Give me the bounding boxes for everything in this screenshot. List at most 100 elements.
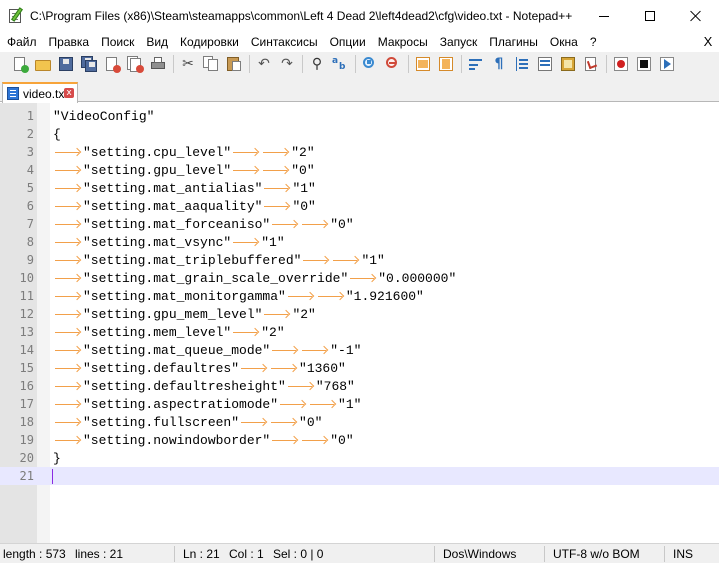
editor-line[interactable]: 14 "setting.mat_queue_mode" "-1" [0,341,719,359]
editor-line[interactable]: 7 "setting.mat_forceaniso" "0" [0,215,719,233]
menu-macro[interactable]: Макросы [372,32,434,52]
line-content: "setting.mem_level" "2" [53,323,285,341]
editor-line[interactable]: 20} [0,449,719,467]
zoom-out-button[interactable] [383,54,403,74]
sync-vertical-button[interactable] [413,54,433,74]
open-file-button[interactable] [33,54,53,74]
editor-line[interactable]: 5 "setting.mat_antialias" "1" [0,179,719,197]
editor-line[interactable]: 17 "setting.aspectratiomode" "1" [0,395,719,413]
editor-line[interactable]: 21 [0,467,719,485]
line-content: "setting.gpu_level" "0" [53,161,315,179]
line-content: "setting.nowindowborder" "0" [53,431,354,449]
maximize-button[interactable] [627,0,673,32]
function-list-button[interactable] [581,54,601,74]
line-content: { [53,125,61,143]
menu-search[interactable]: Поиск [95,32,140,52]
close-window-button[interactable] [673,0,719,32]
close-all-button[interactable] [125,54,145,74]
function-list-icon [583,56,599,72]
tab-arrow-icon [262,179,292,197]
new-file-button[interactable] [10,54,30,74]
cut-icon: ✂ [182,56,194,72]
menu-encoding[interactable]: Кодировки [174,32,245,52]
record-macro-button[interactable] [611,54,631,74]
editor-line[interactable]: 8 "setting.mat_vsync" "1" [0,233,719,251]
line-number: 3 [26,145,34,159]
save-all-button[interactable] [79,54,99,74]
menu-file[interactable]: Файл [0,32,43,52]
menu-run[interactable]: Запуск [434,32,484,52]
minimize-button[interactable] [581,0,627,32]
indent-guide-button[interactable] [512,54,532,74]
tab-arrow-icon [231,323,261,341]
zoom-in-button[interactable] [360,54,380,74]
close-document-button[interactable]: X [701,34,715,50]
undo-button[interactable]: ↶ [254,54,274,74]
status-column: Col : 1 [229,547,264,561]
word-wrap-icon [468,56,484,72]
editor-line[interactable]: 1 "VideoConfig" [0,107,719,125]
save-button[interactable] [56,54,76,74]
line-number: 19 [19,433,34,447]
editor-line[interactable]: 11 "setting.mat_monitorgamma" "1.921600" [0,287,719,305]
tab-arrow-icon [53,197,83,215]
tab-arrow-icon [53,143,83,161]
tab-arrow-icon [239,413,269,431]
show-all-characters-button[interactable]: ¶ [489,54,509,74]
editor-line[interactable]: 4 "setting.gpu_level" "0" [0,161,719,179]
print-button[interactable] [148,54,168,74]
copy-button[interactable] [201,54,221,74]
editor-line[interactable]: 15 "setting.defaultres" "1360" [0,359,719,377]
tab-arrow-icon [269,359,299,377]
menu-window[interactable]: Окна [544,32,584,52]
setting-value: "2" [292,306,316,322]
editor-line[interactable]: 16 "setting.defaultresheight" "768" [0,377,719,395]
editor-line[interactable]: 13 "setting.mem_level" "2" [0,323,719,341]
editor-line[interactable]: 12 "setting.gpu_mem_level" "2" [0,305,719,323]
document-map-button[interactable] [558,54,578,74]
editor-line[interactable]: 2{ [0,125,719,143]
redo-icon: ↷ [281,56,293,72]
print-icon [150,56,166,72]
line-content: "setting.mat_forceaniso" "0" [53,215,354,233]
text-editor[interactable]: 1 "VideoConfig" 2{3 "setting.cpu_level" "2" 4… [0,103,719,543]
editor-line[interactable]: 18 "setting.fullscreen" "0" [0,413,719,431]
setting-key: "setting.aspectratiomode" [83,396,279,412]
close-file-button[interactable] [102,54,122,74]
replace-button[interactable]: ab [330,54,350,74]
line-number: 17 [19,397,34,411]
menu-edit[interactable]: Правка [43,32,96,52]
editor-line[interactable]: 6 "setting.mat_aaquality" "0" [0,197,719,215]
play-macro-button[interactable] [657,54,677,74]
tab-arrow-icon [348,269,378,287]
line-number: 13 [19,325,34,339]
line-content: "setting.defaultres" "1360" [53,359,346,377]
redo-button[interactable]: ↷ [277,54,297,74]
word-wrap-button[interactable] [466,54,486,74]
editor-line[interactable]: 9 "setting.mat_triplebuffered" "1" [0,251,719,269]
stop-recording-button[interactable] [634,54,654,74]
tab-video-txt[interactable]: video.txt x [2,82,78,103]
editor-line[interactable]: 3 "setting.cpu_level" "2" [0,143,719,161]
line-content: } [53,449,61,467]
menu-language[interactable]: Синтаксисы [245,32,324,52]
tab-arrow-icon [53,251,83,269]
tab-arrow-icon [269,413,299,431]
menu-settings[interactable]: Опции [324,32,372,52]
find-button[interactable]: ⚲ [307,54,327,74]
udl-button[interactable] [535,54,555,74]
tab-arrow-icon [231,143,261,161]
title-bar: C:\Program Files (x86)\Steam\steamapps\c… [0,0,719,32]
menu-help[interactable]: ? [584,32,603,52]
tab-close-icon[interactable]: x [64,88,74,98]
editor-line[interactable]: 19 "setting.nowindowborder" "0" [0,431,719,449]
cut-button[interactable]: ✂ [178,54,198,74]
editor-line[interactable]: 10 "setting.mat_grain_scale_override" "0.0… [0,269,719,287]
paste-button[interactable] [224,54,244,74]
text-caret [52,469,53,484]
menu-view[interactable]: Вид [140,32,174,52]
tab-arrow-icon [270,215,300,233]
sync-horizontal-button[interactable] [436,54,456,74]
tab-arrow-icon [53,305,83,323]
menu-plugins[interactable]: Плагины [483,32,544,52]
